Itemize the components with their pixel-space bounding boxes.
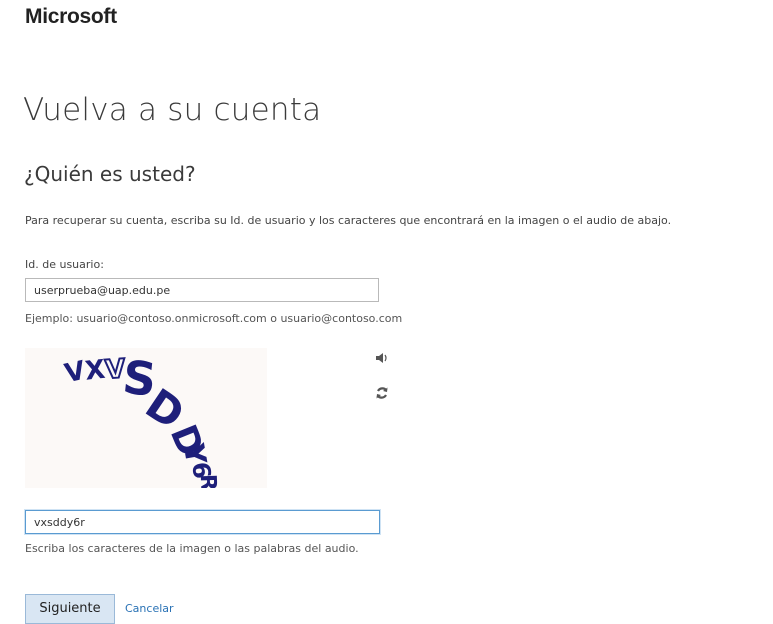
- cancel-link[interactable]: Cancelar: [125, 602, 174, 615]
- microsoft-logo: Microsoft: [25, 5, 117, 28]
- refresh-icon[interactable]: [373, 384, 391, 402]
- captcha-char: R: [195, 474, 221, 488]
- userid-example-text: Ejemplo: usuario@contoso.onmicrosoft.com…: [25, 312, 403, 325]
- userid-input[interactable]: [25, 278, 379, 302]
- userid-label: Id. de usuario:: [25, 258, 104, 271]
- captcha-hint-text: Escriba los caracteres de la imagen o la…: [25, 542, 359, 555]
- captcha-char: X: [84, 355, 107, 387]
- section-title: ¿Quién es usted?: [24, 162, 196, 186]
- captcha-input[interactable]: [25, 510, 380, 534]
- captcha-graphic: V X V S D D Y 6 R: [62, 350, 221, 488]
- speaker-icon[interactable]: [373, 349, 391, 367]
- instructions-text: Para recuperar su cuenta, escriba su Id.…: [25, 214, 672, 227]
- next-button[interactable]: Siguiente: [25, 594, 115, 624]
- page-title: Vuelva a su cuenta: [23, 92, 322, 128]
- captcha-image: V X V S D D Y 6 R: [25, 348, 267, 488]
